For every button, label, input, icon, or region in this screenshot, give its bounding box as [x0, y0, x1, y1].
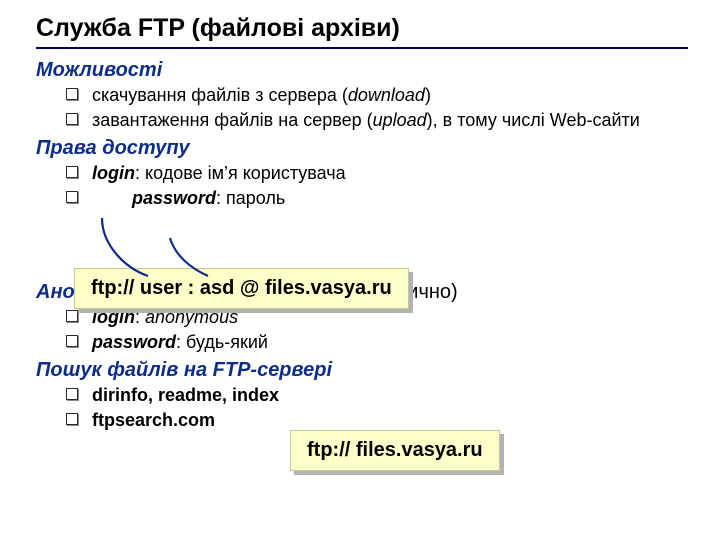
list-item: password: будь-який [36, 331, 688, 354]
list-item: dirinfo, readme, index [36, 384, 688, 407]
square-bullet-icon [66, 310, 78, 322]
square-bullet-icon [66, 413, 78, 425]
section-search: Пошук файлів на FTP-сервері dirinfo, rea… [36, 359, 688, 431]
list-item: password: пароль [36, 187, 688, 210]
square-bullet-icon [66, 166, 78, 178]
spacer [36, 215, 688, 275]
list: dirinfo, readme, index ftpsearch.com [36, 384, 688, 431]
section-heading: Можливості [36, 59, 162, 81]
square-bullet-icon [66, 113, 78, 125]
section-access: Права доступу login: кодове ім’я користу… [36, 137, 688, 209]
ftp-url-callout-auth: ftp:// user : asd @ files.vasya.ru [74, 268, 409, 309]
list-item: завантаження файлів на сервер (upload), … [36, 109, 688, 132]
square-bullet-icon [66, 335, 78, 347]
slide-title: Служба FTP (файлові архіви) [36, 14, 688, 43]
square-bullet-icon [66, 191, 78, 203]
list: login: кодове ім’я користувача password:… [36, 162, 688, 209]
section-heading: Права доступу [36, 137, 190, 159]
list-item: скачування файлів з сервера (download) [36, 84, 688, 107]
square-bullet-icon [66, 388, 78, 400]
list-item: login: anonymous [36, 306, 688, 329]
square-bullet-icon [66, 88, 78, 100]
section-heading: Пошук файлів на FTP-сервері [36, 359, 332, 381]
list-item: login: кодове ім’я користувача [36, 162, 688, 185]
section-capabilities: Можливості скачування файлів з сервера (… [36, 59, 688, 131]
list: скачування файлів з сервера (download) з… [36, 84, 688, 131]
list-item: ftpsearch.com [36, 409, 688, 432]
ftp-url-callout-anon: ftp:// files.vasya.ru [290, 430, 500, 471]
list: login: anonymous password: будь-який [36, 306, 688, 353]
title-underline [36, 47, 688, 49]
